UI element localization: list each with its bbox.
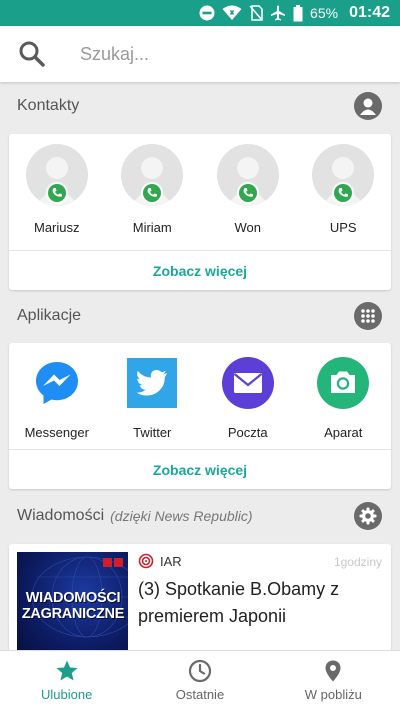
contacts-row: Mariusz Miriam Won UPS xyxy=(9,134,391,235)
clock-time: 01:42 xyxy=(349,4,390,21)
contacts-icon[interactable] xyxy=(354,92,382,120)
clock-icon xyxy=(188,659,212,683)
contact-name: Miriam xyxy=(132,220,172,235)
status-bar: 65% 01:42 xyxy=(0,0,400,26)
news-thumbnail-text: WIADOMOŚCI ZAGRANICZNE xyxy=(21,590,125,622)
avatar xyxy=(25,144,88,206)
contact-item[interactable]: Miriam xyxy=(112,134,192,235)
section-subtitle: (dzięki News Republic) xyxy=(110,508,253,524)
news-headline[interactable]: (3) Spotkanie B.Obamy z premierem Japoni… xyxy=(138,576,383,630)
contact-item[interactable]: Won xyxy=(208,134,288,235)
nav-recent[interactable]: Ostatnie xyxy=(140,651,260,711)
avatar xyxy=(121,144,184,206)
section-title: Wiadomości xyxy=(17,507,105,524)
apps-see-more-button[interactable]: Zobacz więcej xyxy=(9,449,391,489)
contact-name: Mariusz xyxy=(33,220,80,235)
apps-section-header: Aplikacje xyxy=(0,296,400,336)
section-title: Kontakty xyxy=(17,97,80,114)
nav-label: Ulubione xyxy=(40,687,93,702)
app-item[interactable]: Twitter xyxy=(107,343,197,440)
phone-icon[interactable] xyxy=(236,182,259,204)
apps-grid-icon[interactable] xyxy=(354,302,382,330)
search-bar xyxy=(0,26,400,82)
news-section-header: Wiadomości (dzięki News Republic) xyxy=(0,496,400,536)
apps-row: Messenger Twitter Poczta Aparat xyxy=(9,343,391,440)
wifi-icon xyxy=(222,5,242,20)
nav-nearby[interactable]: W pobliżu xyxy=(273,651,393,711)
battery-icon xyxy=(293,4,303,21)
mail-icon xyxy=(221,357,274,409)
news-source: IAR xyxy=(160,553,182,569)
avatar xyxy=(312,144,375,206)
contacts-card: Mariusz Miriam Won UPS Zobacz więcej xyxy=(9,134,391,290)
twitter-icon xyxy=(126,357,178,409)
star-icon xyxy=(56,660,78,681)
app-item[interactable]: Poczta xyxy=(203,343,293,440)
news-article-card[interactable]: WIADOMOŚCI ZAGRANICZNE IAR 1godziny (3) … xyxy=(9,544,391,654)
messenger-icon xyxy=(31,357,83,409)
contacts-see-more-button[interactable]: Zobacz więcej xyxy=(9,250,391,290)
app-name: Poczta xyxy=(227,425,268,440)
bottom-navigation: Ulubione Ostatnie W pobliżu xyxy=(0,650,400,711)
no-sim-icon xyxy=(249,5,263,21)
battery-percentage: 65% xyxy=(310,5,339,21)
contact-item[interactable]: Mariusz xyxy=(17,134,97,235)
nav-favorites[interactable]: Ulubione xyxy=(7,651,127,711)
airplane-icon xyxy=(271,5,286,21)
app-item[interactable]: Messenger xyxy=(12,343,102,440)
app-item[interactable]: Aparat xyxy=(298,343,388,440)
settings-icon[interactable] xyxy=(354,502,382,530)
iar-logo-icon xyxy=(138,553,154,569)
app-name: Messenger xyxy=(24,425,89,440)
app-name: Twitter xyxy=(133,425,172,440)
phone-icon[interactable] xyxy=(45,182,68,204)
news-timestamp: 1godziny xyxy=(333,555,382,569)
camera-icon xyxy=(317,357,370,409)
nav-label: W pobliżu xyxy=(304,687,362,702)
nav-label: Ostatnie xyxy=(175,687,225,702)
section-title: Aplikacje xyxy=(17,307,82,324)
contact-name: Won xyxy=(234,220,262,235)
contact-item[interactable]: UPS xyxy=(303,134,383,235)
avatar xyxy=(216,144,279,206)
app-name: Aparat xyxy=(324,425,363,440)
search-input[interactable] xyxy=(80,43,380,65)
contact-name: UPS xyxy=(329,220,357,235)
do-not-disturb-icon xyxy=(199,5,215,21)
contacts-section-header: Kontakty xyxy=(0,86,400,126)
apps-card: Messenger Twitter Poczta Aparat Zobacz w… xyxy=(9,343,391,489)
search-icon[interactable] xyxy=(18,40,46,68)
location-pin-icon xyxy=(325,660,341,682)
news-source-row: IAR xyxy=(138,553,182,569)
news-thumbnail: WIADOMOŚCI ZAGRANICZNE xyxy=(17,552,128,654)
